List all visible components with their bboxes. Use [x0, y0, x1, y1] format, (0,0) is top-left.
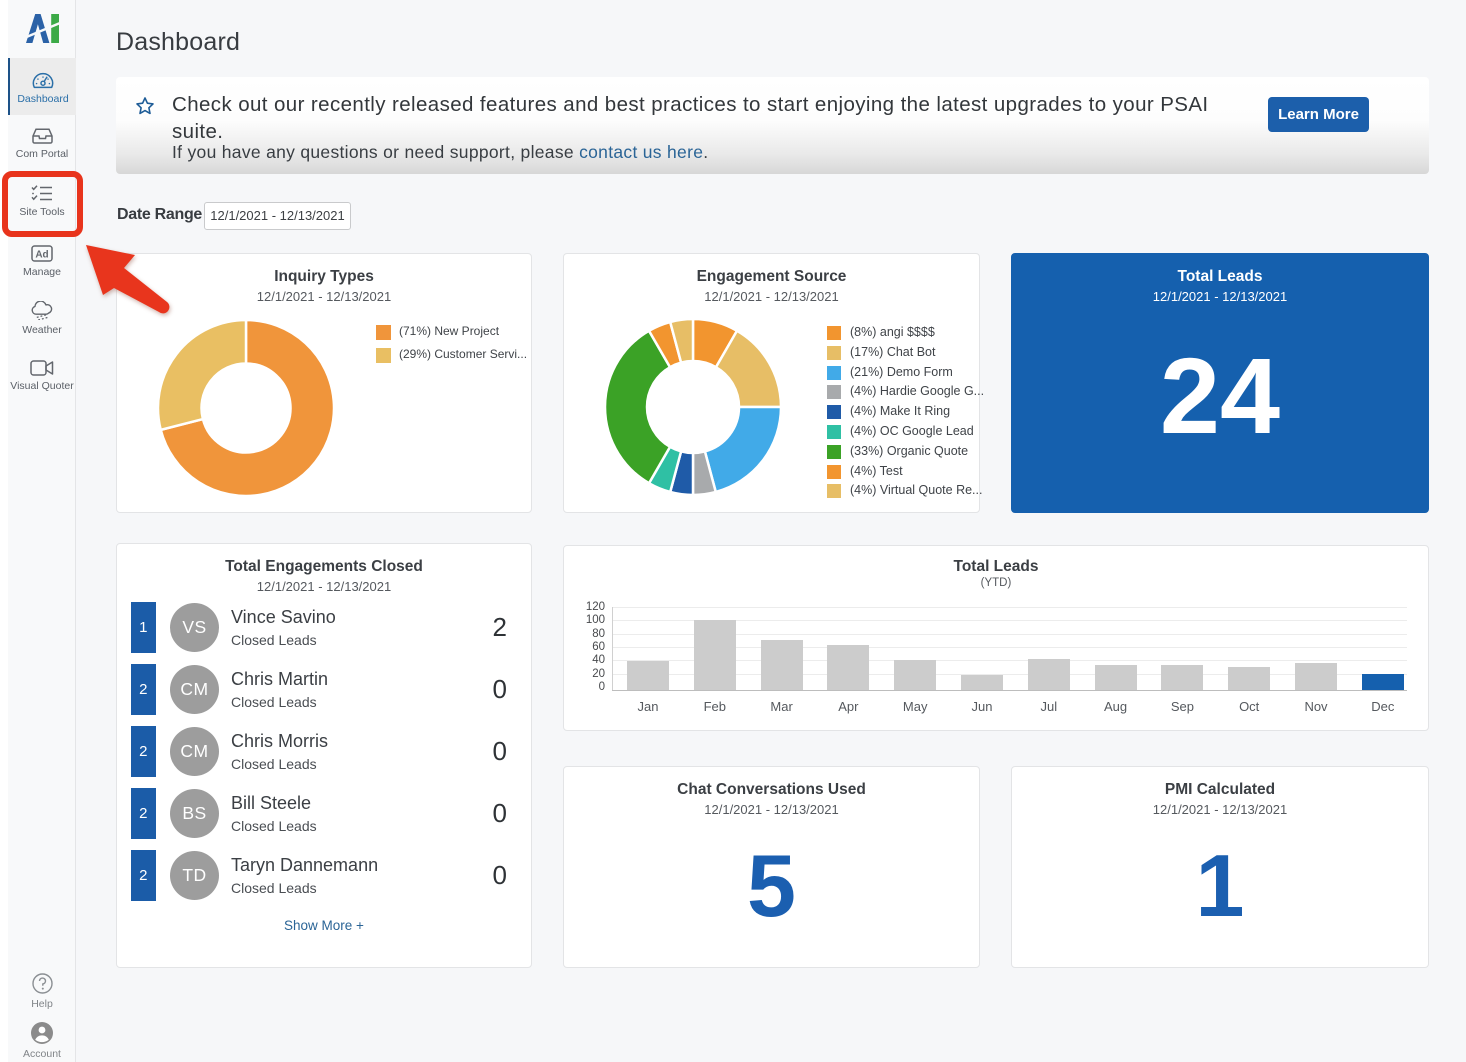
svg-text:Ad: Ad [35, 250, 48, 261]
